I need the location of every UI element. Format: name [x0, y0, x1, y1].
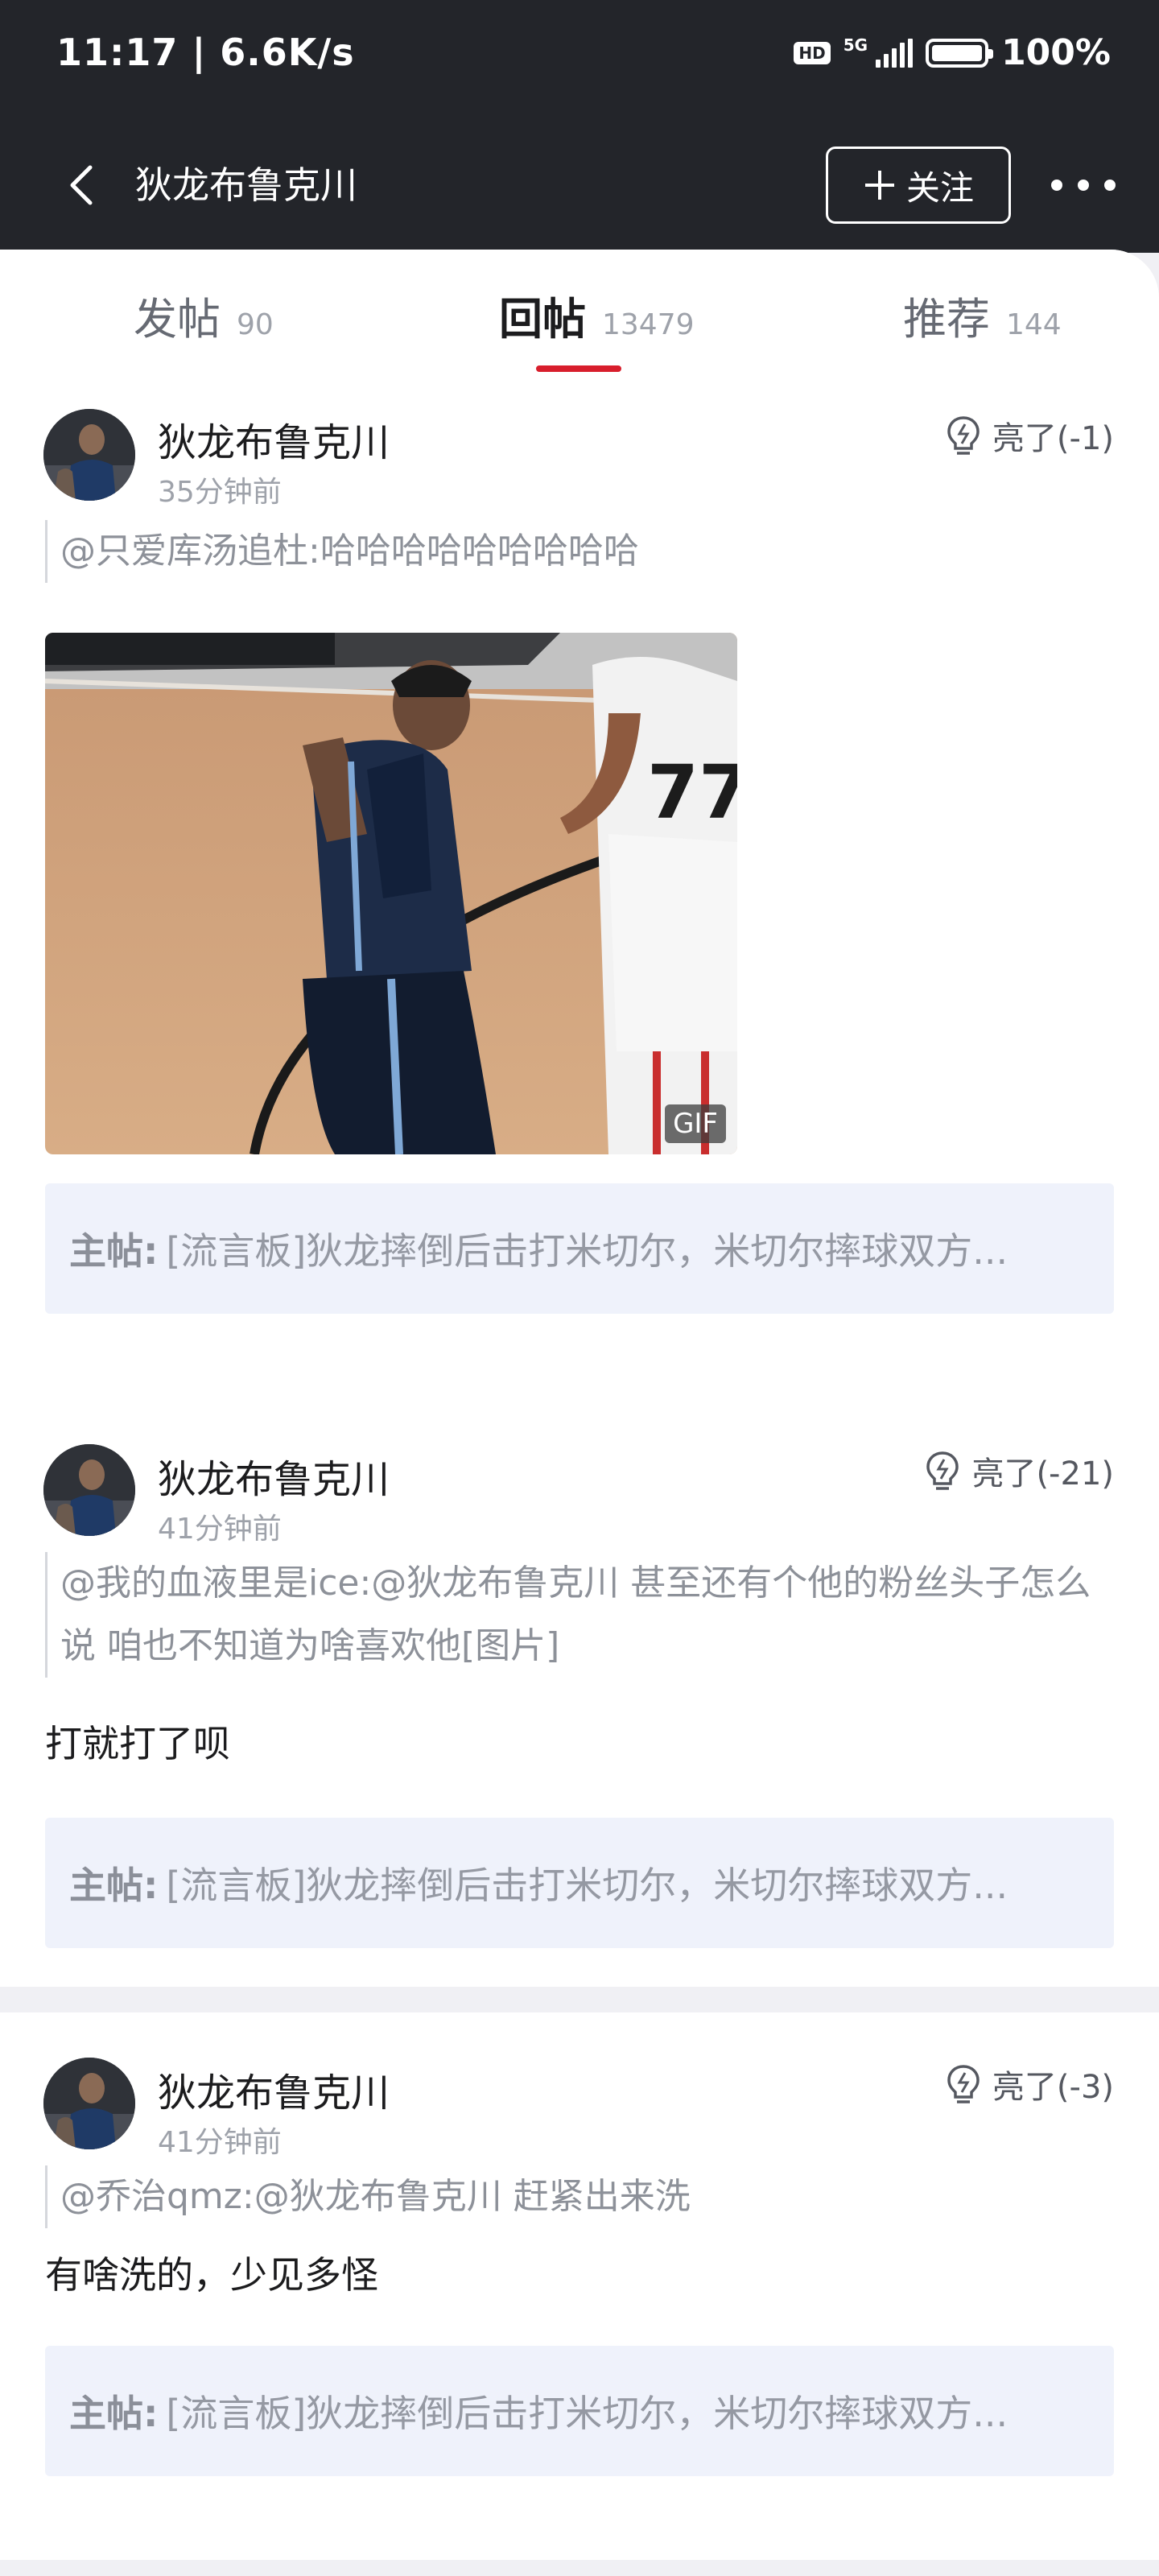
more-dot-icon	[1078, 180, 1089, 191]
page-title: 狄龙布鲁克川	[135, 163, 357, 207]
main-post-link[interactable]: 主帖: [流言板]狄龙摔倒后击打米切尔，米切尔摔球双方...	[45, 2346, 1114, 2476]
network-type: 5G	[843, 35, 868, 55]
avatar[interactable]	[43, 409, 135, 501]
follow-button[interactable]: 关注	[826, 147, 1011, 224]
username[interactable]: 狄龙布鲁克川	[158, 2061, 390, 2117]
light-button[interactable]: 亮了(-3)	[946, 2061, 1114, 2107]
main-post-title: [流言板]狄龙摔倒后击打米切尔，米切尔摔球双方...	[166, 2392, 1008, 2435]
active-tab-indicator	[536, 365, 621, 372]
tab-posts[interactable]: 发帖 90	[134, 283, 274, 347]
top-header: 11:17 | 6.6K/s HD 5G 100% 狄龙布鲁克川 关注	[0, 0, 1159, 253]
post-time: 41分钟前	[158, 2126, 282, 2159]
tab-replies[interactable]: 回帖 13479	[499, 283, 695, 347]
gif-image[interactable]: 77 GIF	[45, 633, 737, 1154]
reply-card[interactable]: 狄龙布鲁克川 41分钟前 亮了(-21) @我的血液里是ice:@狄龙布鲁克川 …	[0, 1399, 1159, 1987]
quoted-reply[interactable]: @乔治qmz:@狄龙布鲁克川 赶紧出来洗	[45, 2165, 1091, 2228]
lightbulb-icon	[926, 1451, 959, 1490]
avatar-image	[43, 409, 135, 501]
avatar[interactable]	[43, 2058, 135, 2149]
light-button[interactable]: 亮了(-21)	[925, 1447, 1114, 1494]
light-count: 亮了(-3)	[992, 2069, 1114, 2106]
gif-badge: GIF	[665, 1104, 726, 1143]
battery-icon	[926, 38, 994, 68]
hd-icon: HD	[794, 41, 831, 64]
status-icons: HD 5G 100%	[794, 32, 1111, 73]
light-count: 亮了(-1)	[992, 420, 1114, 457]
main-post-link[interactable]: 主帖: [流言板]狄龙摔倒后击打米切尔，米切尔摔球双方...	[45, 1818, 1114, 1948]
main-post-title: [流言板]狄龙摔倒后击打米切尔，米切尔摔球双方...	[166, 1229, 1008, 1273]
svg-text:77: 77	[647, 749, 737, 836]
reply-card[interactable]: 狄龙布鲁克川 41分钟前 亮了(-3) @乔治qmz:@狄龙布鲁克川 赶紧出来洗…	[0, 2013, 1159, 2560]
avatar[interactable]	[43, 1444, 135, 1536]
username[interactable]: 狄龙布鲁克川	[158, 411, 390, 467]
main-post-link[interactable]: 主帖: [流言板]狄龙摔倒后击打米切尔，米切尔摔球双方...	[45, 1183, 1114, 1314]
light-button[interactable]: 亮了(-1)	[946, 412, 1114, 459]
plus-icon	[864, 171, 894, 200]
main-post-title: [流言板]狄龙摔倒后击打米切尔，米切尔摔球双方...	[166, 1864, 1008, 1907]
main-post-prefix: 主帖:	[69, 1229, 159, 1273]
light-count: 亮了(-21)	[971, 1455, 1114, 1492]
avatar-image	[43, 1444, 135, 1536]
back-button[interactable]	[56, 161, 105, 209]
tab-bar: 发帖 90 回帖 13479 推荐 144	[0, 250, 1159, 378]
tab-label: 推荐	[903, 294, 990, 345]
reply-text: 打就打了呗	[45, 1722, 230, 1765]
post-time: 35分钟前	[158, 476, 282, 509]
more-dot-icon	[1051, 180, 1062, 191]
username[interactable]: 狄龙布鲁克川	[158, 1447, 390, 1504]
signal-icon	[876, 38, 914, 68]
more-dot-icon	[1104, 180, 1116, 191]
post-time: 41分钟前	[158, 1513, 282, 1546]
avatar-image	[43, 2058, 135, 2149]
lightbulb-icon	[947, 416, 980, 455]
tab-label: 回帖	[499, 294, 586, 345]
lightbulb-icon	[947, 2065, 980, 2103]
tab-count: 90	[237, 308, 274, 341]
tab-label: 发帖	[134, 294, 221, 345]
quoted-reply[interactable]: @我的血液里是ice:@狄龙布鲁克川 甚至还有个他的粉丝头子怎么说 咱也不知道为…	[45, 1552, 1091, 1678]
main-post-prefix: 主帖:	[69, 2392, 159, 2435]
tab-count: 13479	[602, 308, 695, 341]
more-options-button[interactable]	[1051, 169, 1116, 201]
battery-level: 100%	[1001, 32, 1111, 73]
status-time: 11:17 | 6.6K/s	[56, 31, 355, 74]
reply-text: 有啥洗的，少见多怪	[45, 2253, 378, 2297]
chevron-left-icon	[70, 165, 93, 205]
tab-recommended[interactable]: 推荐 144	[903, 283, 1062, 347]
main-post-prefix: 主帖:	[69, 1864, 159, 1907]
quoted-reply[interactable]: @只爱库汤追杜:哈哈哈哈哈哈哈哈哈	[45, 520, 1091, 583]
follow-label: 关注	[905, 167, 974, 208]
content-area: 发帖 90 回帖 13479 推荐 144 狄龙布鲁克川 35分钟前 亮了(-1…	[0, 250, 1159, 2576]
basketball-scene-image: 77	[45, 633, 737, 1154]
tab-count: 144	[1006, 308, 1062, 341]
